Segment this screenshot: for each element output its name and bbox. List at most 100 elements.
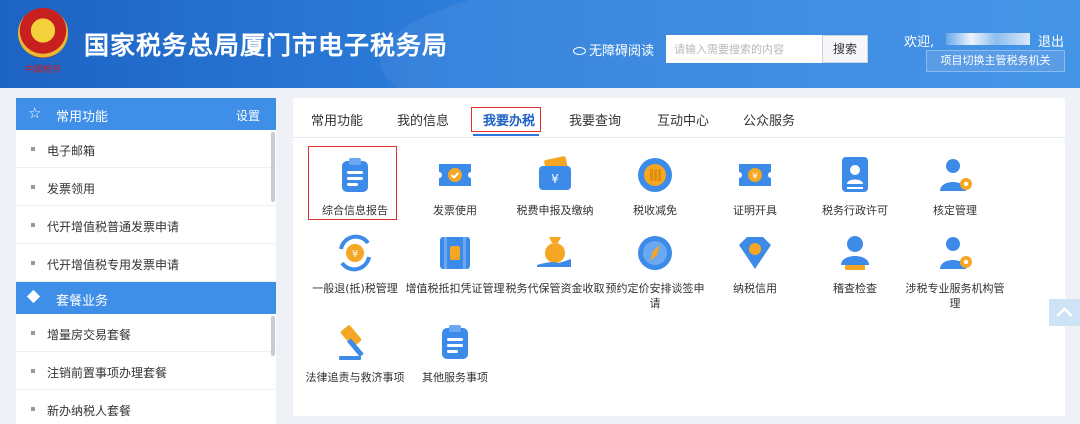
sidebar-scrollbar-common[interactable] xyxy=(271,132,275,202)
service-label: 证明开具 xyxy=(733,204,777,217)
sidebar-item-label: 注销前置事项办理套餐 xyxy=(47,366,168,380)
search-button[interactable]: 搜索 xyxy=(822,35,868,63)
sidebar-section-header-packages[interactable]: 套餐业务 xyxy=(16,282,276,314)
invoice-ticket-icon xyxy=(433,153,477,197)
service-tile[interactable]: 税务代保管资金收取 xyxy=(505,231,605,296)
service-tile[interactable]: 预约定价安排谈签申请 xyxy=(605,231,705,311)
masked-username xyxy=(946,33,1030,45)
yuan-refresh-icon: ¥ xyxy=(333,231,377,275)
cube-icon xyxy=(26,289,41,305)
eye-icon xyxy=(573,46,586,55)
star-icon: ☆ xyxy=(28,104,42,122)
tab-my-info[interactable]: 我的信息 xyxy=(397,110,449,129)
accessibility-label: 无障碍阅读 xyxy=(589,44,655,59)
service-label: 发票使用 xyxy=(433,204,477,217)
tab-interaction-center[interactable]: 互动中心 xyxy=(657,110,709,129)
site-header: 中国税务 国家税务总局厦门市电子税务局 无障碍阅读 搜索 欢迎, 退出 项目切换… xyxy=(0,0,1080,88)
diamond-shield-icon xyxy=(733,231,777,275)
service-tile[interactable]: 法律追责与救济事项 xyxy=(305,320,405,385)
bullet-icon xyxy=(31,223,35,227)
site-title: 国家税务总局厦门市电子税务局 xyxy=(84,31,449,60)
active-tab-underline xyxy=(473,134,539,136)
sidebar-item-label: 代开增值税普通发票申请 xyxy=(47,220,180,234)
service-tile[interactable]: 增值税抵扣凭证管理 xyxy=(405,231,505,296)
service-label: 增值税抵扣凭证管理 xyxy=(405,282,505,295)
coin-icon xyxy=(633,153,677,197)
svg-text:¥: ¥ xyxy=(551,172,559,186)
sidebar-item-label: 电子邮箱 xyxy=(47,144,96,158)
tab-bar: 常用功能 我的信息 我要办税 我要查询 互动中心 公众服务 xyxy=(293,98,1065,138)
user-stamp-icon xyxy=(833,231,877,275)
service-label: 纳税信用 xyxy=(733,282,777,295)
user-gear-icon xyxy=(933,153,977,197)
sidebar-section-header-common[interactable]: ☆ 常用功能 设置 xyxy=(16,98,276,130)
sidebar-section-title: 套餐业务 xyxy=(56,294,109,309)
sidebar-item-label: 新办纳税人套餐 xyxy=(47,404,132,418)
service-tile[interactable]: ¥ 税费申报及缴纳 xyxy=(505,153,605,218)
tax-emblem-icon xyxy=(18,8,68,58)
service-label: 涉税专业服务机构管理 xyxy=(905,282,1005,310)
bullet-icon xyxy=(31,147,35,151)
tab-my-queries[interactable]: 我要查询 xyxy=(569,110,621,129)
sidebar-item[interactable]: 注销前置事项办理套餐 xyxy=(16,352,276,390)
sidebar-item-label: 代开增值税专用发票申请 xyxy=(47,258,180,272)
service-tile[interactable]: 纳税信用 xyxy=(705,231,805,296)
emblem-caption: 中国税务 xyxy=(23,65,60,75)
sidebar-scrollbar-packages[interactable] xyxy=(271,316,275,356)
service-label: 其他服务事项 xyxy=(422,371,488,384)
voucher-icon xyxy=(433,231,477,275)
service-tile[interactable]: 税收减免 xyxy=(605,153,705,218)
tab-common-functions[interactable]: 常用功能 xyxy=(311,110,363,129)
back-to-top-button[interactable] xyxy=(1049,299,1080,326)
service-label: 税费申报及缴纳 xyxy=(516,204,594,217)
id-card-icon xyxy=(833,153,877,197)
sidebar-item[interactable]: 代开增值税专用发票申请 xyxy=(16,244,276,282)
service-tile[interactable]: 税务行政许可 xyxy=(805,153,905,218)
tab-public-services[interactable]: 公众服务 xyxy=(743,110,795,129)
compass-icon xyxy=(633,231,677,275)
user-gear-icon xyxy=(933,231,977,275)
sidebar-item[interactable]: 增量房交易套餐 xyxy=(16,314,276,352)
switch-tax-authority-button[interactable]: 项目切换主管税务机关 xyxy=(926,50,1065,72)
active-tab-highlight xyxy=(471,107,541,132)
service-tile[interactable]: 稽查检查 xyxy=(805,231,905,296)
service-panel: 常用功能 我的信息 我要办税 我要查询 互动中心 公众服务 综合信息报告 发票使… xyxy=(293,98,1065,416)
service-tile[interactable]: 核定管理 xyxy=(905,153,1005,218)
chevron-up-icon xyxy=(1056,307,1073,317)
wallet-yuan-icon: ¥ xyxy=(533,153,577,197)
service-tile[interactable]: 其他服务事项 xyxy=(405,320,505,385)
bullet-icon xyxy=(31,407,35,411)
service-tile[interactable]: 涉税专业服务机构管理 xyxy=(905,231,1005,311)
service-label: 法律追责与救济事项 xyxy=(305,371,405,384)
gavel-icon xyxy=(333,320,377,364)
logout-link[interactable]: 退出 xyxy=(1038,31,1064,50)
service-tile[interactable]: 发票使用 xyxy=(405,153,505,218)
bullet-icon xyxy=(31,331,35,335)
bullet-icon xyxy=(31,261,35,265)
accessibility-reading-link[interactable]: 无障碍阅读 xyxy=(573,40,654,59)
welcome-label: 欢迎, xyxy=(904,35,935,50)
service-label: 一般退(抵)税管理 xyxy=(312,282,398,295)
service-label: 核定管理 xyxy=(933,204,977,217)
service-label: 税务代保管资金收取 xyxy=(505,282,605,295)
service-tile[interactable]: ¥ 一般退(抵)税管理 xyxy=(305,231,405,296)
clipboard-icon xyxy=(433,320,477,364)
search-input[interactable] xyxy=(666,35,822,63)
service-label: 预约定价安排谈签申请 xyxy=(605,282,705,310)
sidebar-section-title: 常用功能 xyxy=(56,110,109,125)
sidebar-item[interactable]: 发票领用 xyxy=(16,168,276,206)
certificate-icon: ¥ xyxy=(733,153,777,197)
svg-text:¥: ¥ xyxy=(352,249,358,260)
sidebar-item[interactable]: 新办纳税人套餐 xyxy=(16,390,276,424)
sidebar-item-label: 发票领用 xyxy=(47,182,96,196)
sidebar-settings-link[interactable]: 设置 xyxy=(236,107,260,124)
sidebar: ☆ 常用功能 设置 电子邮箱 发票领用 代开增值税普通发票申请 代开增值税专用发… xyxy=(16,98,276,424)
service-label: 稽查检查 xyxy=(833,282,877,295)
service-label: 税收减免 xyxy=(633,204,677,217)
sidebar-item[interactable]: 代开增值税普通发票申请 xyxy=(16,206,276,244)
sidebar-item[interactable]: 电子邮箱 xyxy=(16,130,276,168)
bullet-icon xyxy=(31,185,35,189)
bullet-icon xyxy=(31,369,35,373)
sidebar-item-label: 增量房交易套餐 xyxy=(47,328,132,342)
service-tile[interactable]: ¥ 证明开具 xyxy=(705,153,805,218)
